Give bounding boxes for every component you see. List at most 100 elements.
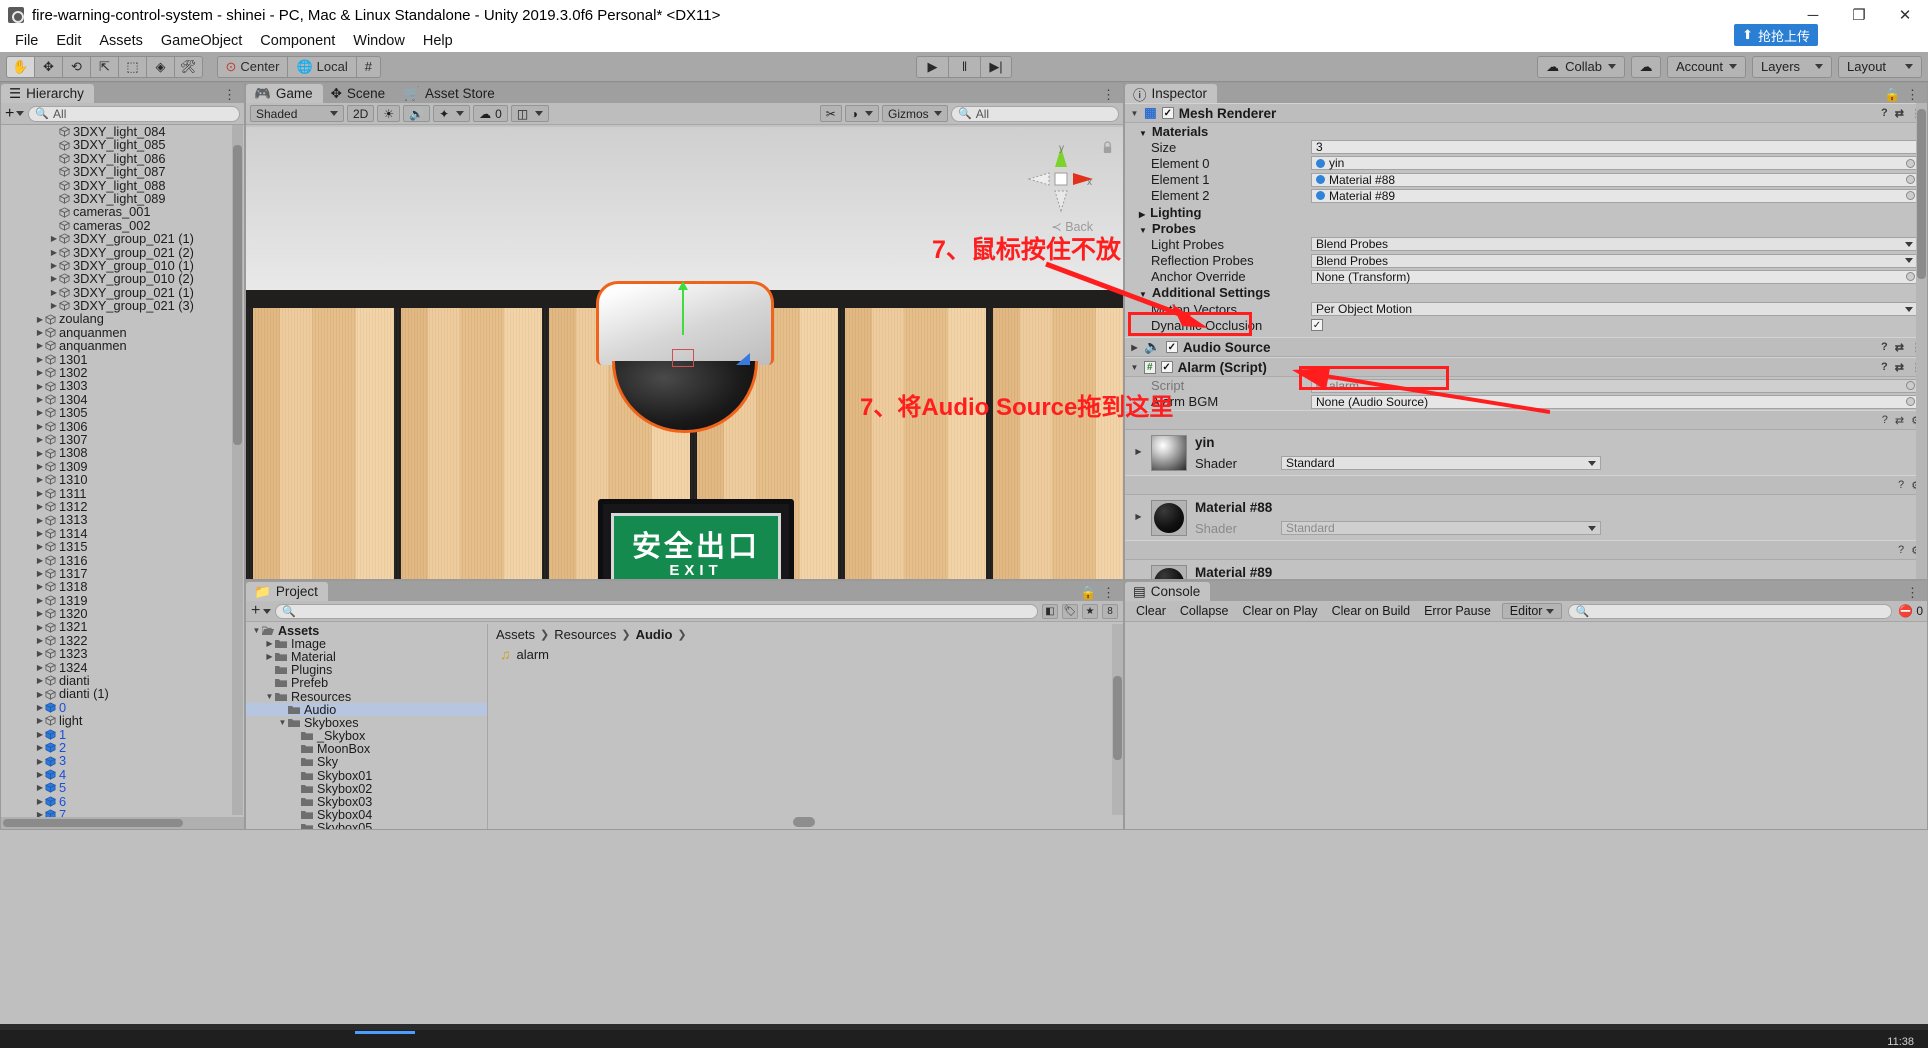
- project-folder-tree[interactable]: ▼ Assets ▶ Image ▶ Material Plugins Prefeb ▼ Reso…: [246, 624, 488, 829]
- probes-foldout[interactable]: ▼ Probes: [1125, 220, 1927, 236]
- hierarchy-item[interactable]: ▶ 1307: [1, 433, 232, 447]
- filter-type-icon[interactable]: ◧: [1042, 603, 1058, 619]
- foldout-icon[interactable]: ▶: [35, 315, 45, 324]
- layout-button[interactable]: Layout: [1838, 55, 1922, 78]
- foldout-icon[interactable]: ▶: [35, 556, 45, 565]
- hierarchy-item[interactable]: ▶ 1318: [1, 580, 232, 594]
- foldout-icon[interactable]: ▶: [49, 234, 59, 243]
- foldout-icon[interactable]: ▶: [35, 529, 45, 538]
- sceneview-camera-icon[interactable]: ◑: [844, 105, 879, 122]
- foldout-icon[interactable]: ▶: [35, 649, 45, 658]
- element-2-object-field[interactable]: Material #89: [1311, 188, 1918, 203]
- shader-dropdown[interactable]: Standard: [1281, 521, 1601, 536]
- help-icon[interactable]: ?: [1881, 107, 1888, 119]
- play-button[interactable]: ▶: [916, 55, 948, 78]
- hierarchy-item[interactable]: ▶ 1321: [1, 620, 232, 634]
- foldout-icon[interactable]: ▶: [35, 341, 45, 350]
- shader-dropdown[interactable]: Standard: [1281, 456, 1601, 471]
- foldout-icon[interactable]: ▶: [35, 743, 45, 752]
- help-icon[interactable]: ?: [1898, 479, 1904, 491]
- element-0-object-field[interactable]: yin: [1311, 156, 1918, 171]
- hierarchy-item[interactable]: ▶ 3DXY_group_021 (1): [1, 232, 232, 246]
- project-tree-item[interactable]: Skybox05: [246, 821, 487, 829]
- hierarchy-item[interactable]: ▶ 3DXY_group_021 (3): [1, 299, 232, 313]
- hierarchy-item[interactable]: ▶ anquanmen: [1, 339, 232, 353]
- hierarchy-tree[interactable]: ▶3DXY_light_084▶3DXY_light_085▶3DXY_ligh…: [1, 125, 232, 829]
- foldout-icon[interactable]: ▶: [35, 435, 45, 444]
- hierarchy-item[interactable]: ▶ 1317: [1, 566, 232, 580]
- asset-list-item[interactable]: ♫ alarm: [488, 644, 1123, 662]
- sceneview-tools-icon[interactable]: ✂: [819, 105, 842, 122]
- material-block-yin[interactable]: ▶ yin Shader Standard: [1125, 430, 1927, 475]
- project-tree-item[interactable]: Audio: [246, 703, 487, 717]
- upload-badge[interactable]: ⬆ 抢抢上传: [1734, 24, 1818, 46]
- material-block-88[interactable]: ▶ Material #88 Shader Standard: [1125, 495, 1927, 540]
- effects-icon[interactable]: ✦: [433, 105, 471, 122]
- menu-item-edit[interactable]: Edit: [47, 31, 90, 51]
- hierarchy-horizontal-scrollbar[interactable]: [1, 817, 244, 829]
- project-tree-item[interactable]: ▶ Material: [246, 650, 487, 664]
- foldout-icon[interactable]: ▶: [35, 636, 45, 645]
- lock-icon[interactable]: [1102, 141, 1113, 154]
- hierarchy-item[interactable]: ▶ 1310: [1, 473, 232, 487]
- foldout-icon[interactable]: ▶: [35, 596, 45, 605]
- maximize-button[interactable]: ❐: [1836, 0, 1882, 30]
- foldout-icon[interactable]: ▶: [264, 639, 275, 648]
- collab-button[interactable]: ☁ Collab: [1537, 55, 1626, 78]
- tab-inspector[interactable]: ⓘ Inspector: [1125, 84, 1218, 103]
- foldout-icon[interactable]: ▶: [35, 623, 45, 632]
- hierarchy-item[interactable]: ▶ 3DXY_group_021 (1): [1, 285, 232, 299]
- foldout-icon[interactable]: ▶: [35, 489, 45, 498]
- materials-foldout[interactable]: ▼ Materials: [1125, 123, 1927, 139]
- alarm-bgm-object-field[interactable]: None (Audio Source): [1311, 394, 1918, 409]
- menu-item-gameobject[interactable]: GameObject: [152, 31, 251, 51]
- console-collapse-button[interactable]: Collapse: [1173, 603, 1236, 619]
- rotate-tool-button[interactable]: ⟲: [62, 55, 90, 78]
- asset-list[interactable]: ♫ alarm: [488, 644, 1123, 662]
- scrollbar-thumb[interactable]: [3, 819, 183, 827]
- hierarchy-menu-icon[interactable]: ⋮: [216, 87, 244, 103]
- foldout-icon[interactable]: ▼: [251, 626, 262, 635]
- foldout-icon[interactable]: ▶: [35, 422, 45, 431]
- foldout-icon[interactable]: ▶: [35, 676, 45, 685]
- move-gizmo-center[interactable]: [672, 349, 694, 367]
- menu-item-assets[interactable]: Assets: [90, 31, 152, 51]
- project-search-input[interactable]: 🔍: [275, 603, 1038, 619]
- hierarchy-item[interactable]: ▶ 1308: [1, 446, 232, 460]
- inspector-menu-icon[interactable]: 🔒 ⋮: [1877, 87, 1927, 103]
- inspector-vertical-scrollbar[interactable]: [1916, 103, 1927, 579]
- foldout-icon[interactable]: ▶: [35, 542, 45, 551]
- foldout-icon[interactable]: ▶: [35, 609, 45, 618]
- hierarchy-item[interactable]: ▶ 1309: [1, 459, 232, 473]
- hierarchy-item[interactable]: ▶ 0: [1, 700, 232, 714]
- project-tree-item[interactable]: ▼ Assets: [246, 624, 487, 638]
- object-picker-icon[interactable]: [1906, 191, 1915, 201]
- hierarchy-item[interactable]: ▶3DXY_light_087: [1, 165, 232, 179]
- project-tree-item[interactable]: Skybox01: [246, 769, 487, 783]
- move-gizmo-y-axis[interactable]: [678, 281, 688, 335]
- hierarchy-item[interactable]: ▶ 1302: [1, 366, 232, 380]
- menu-item-file[interactable]: File: [6, 31, 47, 51]
- foldout-icon[interactable]: ▶: [35, 355, 45, 364]
- pivot-mode-button[interactable]: ⊙ Center: [216, 55, 288, 78]
- help-icon[interactable]: ?: [1881, 361, 1888, 373]
- account-button[interactable]: Account: [1667, 55, 1746, 78]
- foldout-icon[interactable]: ▶: [35, 797, 45, 806]
- foldout-icon[interactable]: ▶: [35, 328, 45, 337]
- audio-source-enabled-checkbox[interactable]: ✓: [1165, 341, 1178, 354]
- foldout-icon[interactable]: ▶: [35, 502, 45, 511]
- gizmos-dropdown[interactable]: Gizmos: [882, 105, 948, 122]
- hierarchy-item[interactable]: ▶ 1305: [1, 406, 232, 420]
- help-icon[interactable]: ?: [1881, 341, 1888, 353]
- foldout-icon[interactable]: ▶: [49, 274, 59, 283]
- foldout-icon[interactable]: ▶: [49, 301, 59, 310]
- hierarchy-item[interactable]: ▶ 1322: [1, 633, 232, 647]
- foldout-icon[interactable]: ▶: [1134, 577, 1143, 579]
- hierarchy-item[interactable]: ▶ 1315: [1, 540, 232, 554]
- foldout-icon[interactable]: ▶: [35, 395, 45, 404]
- foldout-icon[interactable]: ▶: [35, 690, 45, 699]
- foldout-icon[interactable]: ▶: [35, 770, 45, 779]
- project-vertical-scrollbar[interactable]: [1112, 624, 1123, 815]
- project-tree-item[interactable]: Skybox02: [246, 782, 487, 796]
- component-header-alarm-script[interactable]: ▼ # ✓ Alarm (Script) ? ⇄ ⋮: [1125, 357, 1927, 378]
